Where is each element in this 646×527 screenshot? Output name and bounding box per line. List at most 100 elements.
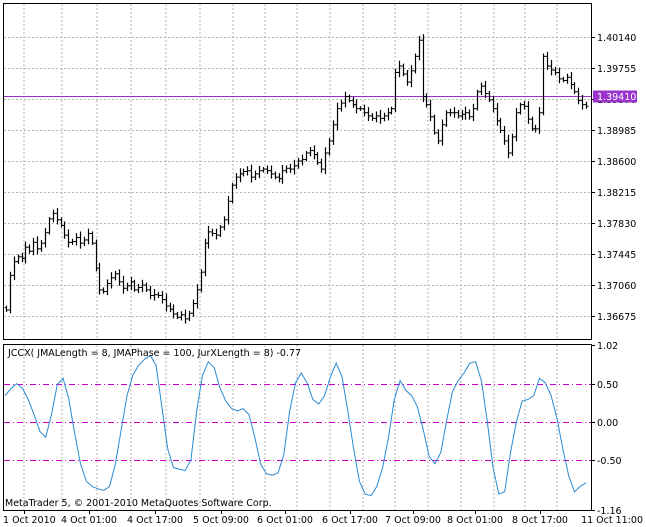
ohlc-bar [347,94,352,103]
ohlc-bar [339,99,344,112]
ohlc-bar [335,102,340,131]
ohlc-bar [537,107,542,134]
ohlc-bar [94,239,99,272]
ohlc-bar [121,275,126,294]
ohlc-bar [253,170,258,181]
ohlc-bar [475,89,480,111]
ohlc-bar [502,126,507,145]
ohlc-bar [327,138,332,156]
ohlc-bar [483,80,488,99]
price-tick-label: 1.39755 [597,64,636,75]
ohlc-bar [584,101,589,109]
ohlc-bar [4,305,9,312]
ohlc-bar [288,163,293,174]
ohlc-bar [374,111,379,123]
ohlc-bar [195,284,200,309]
ohlc-bar [440,119,445,146]
ohlc-bar [179,311,184,321]
time-tick-label: 8 Oct 01:00 [447,515,503,526]
ohlc-bar [129,276,134,291]
ohlc-bar [351,97,356,108]
ohlc-bar [210,228,215,237]
ohlc-bar [187,310,192,322]
time-tick-label: 4 Oct 01:00 [61,515,117,526]
ohlc-bar [565,73,570,84]
ohlc-bar [230,182,235,204]
time-tick-label: 8 Oct 17:00 [512,515,568,526]
ohlc-bar [249,164,254,183]
ohlc-bar [218,225,223,237]
ohlc-bar [467,109,472,120]
ohlc-bar [405,70,410,86]
time-tick-label: 11 Oct 11:00 [581,515,643,526]
price-axis: 1.401401.397551.393701.389851.386001.382… [591,33,636,323]
ohlc-bar [59,217,64,228]
indicator-tick-label: 1.02 [597,341,618,352]
ohlc-bar [90,231,95,245]
price-tick-label: 1.37445 [597,250,636,261]
indicator-pane-grid [23,345,558,510]
ohlc-bar [39,239,44,252]
ohlc-bar [471,103,476,122]
ohlc-bar [506,134,511,159]
ohlc-bar [280,165,285,184]
ohlc-bar [152,289,157,301]
price-tick-label: 1.40140 [597,33,636,44]
ohlc-bar [238,168,243,183]
price-tick-label: 1.37830 [597,219,636,230]
ohlc-bar [522,101,527,110]
ohlc-bar [35,236,40,255]
ohlc-bar [62,221,67,239]
ohlc-bar [460,109,465,120]
indicator-tick-label: -0.50 [597,456,622,467]
ohlc-bar [191,299,196,317]
ohlc-bar [479,82,484,96]
ohlc-bar [43,227,48,248]
ohlc-bar [160,291,165,304]
time-tick-label: 4 Oct 17:00 [127,515,183,526]
ohlc-bar [300,154,305,166]
ohlc-bar [358,106,363,111]
ohlc-bar [362,104,367,117]
time-tick-label: 6 Oct 17:00 [322,515,378,526]
ohlc-bar [312,145,317,160]
time-tick-label: 1 Oct 2010 [3,515,56,526]
ohlc-bar [105,279,110,296]
ohlc-bar [514,107,519,142]
ohlc-bar [393,68,398,112]
ohlc-bar [572,82,577,94]
ohlc-bar [533,124,538,133]
indicator-tick-label: 0.00 [597,418,618,429]
ohlc-bar [526,101,531,124]
indicator-line [4,354,587,497]
ohlc-bar [366,107,371,122]
ohlc-bar [401,63,406,77]
indicator-tick-label: 0.50 [597,380,618,391]
ohlc-bar [284,165,289,174]
current-price-label: 1.39410 [597,92,636,103]
time-tick-label: 5 Oct 09:00 [193,515,249,526]
ohlc-bar [417,35,422,61]
ohlc-bar [389,106,394,115]
ohlc-bar [518,102,523,115]
ohlc-bar [82,236,87,247]
ohlc-bar [510,133,515,156]
chart-canvas: 1.401401.397551.393701.389851.386001.382… [3,3,643,526]
price-tick-label: 1.36675 [597,312,636,323]
ohlc-bar [456,109,461,119]
time-tick-label: 7 Oct 09:00 [385,515,441,526]
ohlc-bar [27,244,32,254]
ohlc-bar [226,196,231,225]
ohlc-bar [463,106,468,120]
ohlc-bar [354,99,359,114]
ohlc-bar [66,229,71,248]
ohlc-bar [12,256,17,281]
price-tick-label: 1.37060 [597,281,636,292]
ohlc-bar [148,285,153,300]
ohlc-bar [545,51,550,70]
ohlc-bar [206,225,211,249]
ohlc-bar [432,114,437,135]
ohlc-bar [164,293,169,312]
ohlc-bar [265,165,270,174]
ohlc-bar [580,94,585,110]
